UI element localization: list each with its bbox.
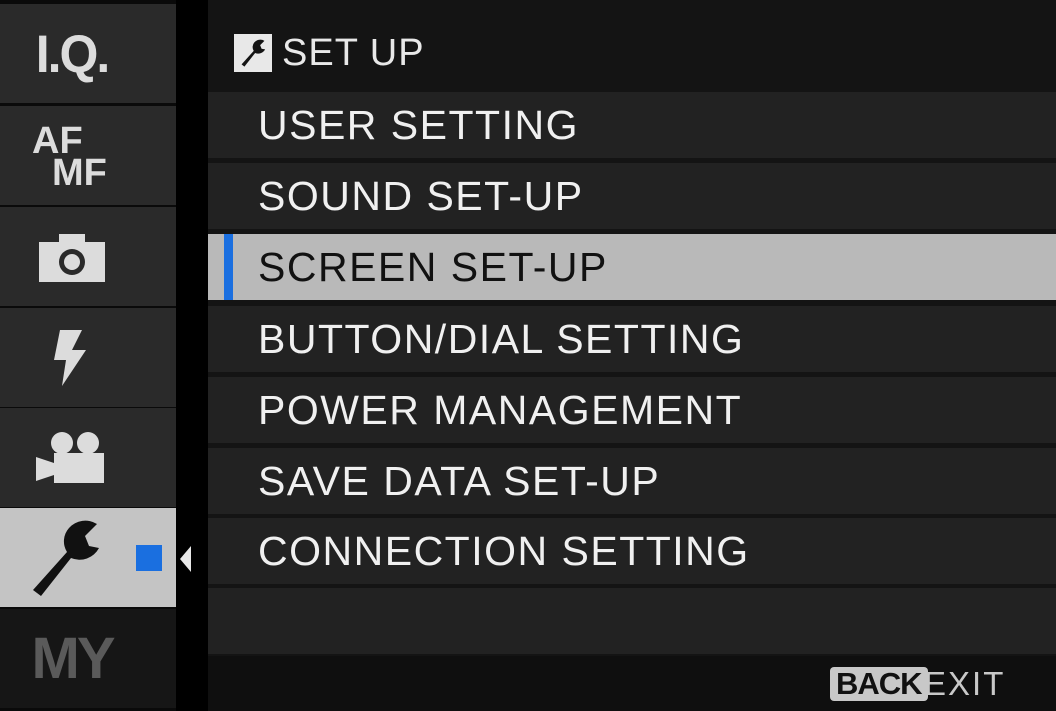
menu-item-user-setting[interactable]: USER SETTING <box>208 92 1056 158</box>
menu-item-label: USER SETTING <box>258 101 579 148</box>
wrench-icon <box>0 508 130 607</box>
tab-image-quality[interactable]: I.Q. <box>0 4 176 103</box>
image-quality-icon: I.Q. <box>35 24 111 83</box>
exit-label: EXIT <box>924 665 1006 702</box>
menu-item-label: SOUND SET-UP <box>258 172 584 219</box>
menu-item-sound-setup[interactable]: SOUND SET-UP <box>208 163 1056 229</box>
menu-item-button-dial-setting[interactable]: BUTTON/DIAL SETTING <box>208 306 1056 372</box>
setup-menu-panel: SET UP USER SETTING SOUND SET-UP SCREEN … <box>208 0 1056 711</box>
selected-tab-indicator <box>136 545 162 571</box>
menu-item-label: SAVE DATA SET-UP <box>258 457 661 504</box>
camera-icon <box>0 207 144 306</box>
menu-item-label: BUTTON/DIAL SETTING <box>258 315 745 362</box>
page-title: SET UP <box>282 31 425 74</box>
wrench-icon <box>234 34 272 72</box>
empty-menu-row <box>208 588 1056 654</box>
my-menu-icon: MY <box>31 626 116 691</box>
movie-camera-icon <box>0 408 144 507</box>
menu-item-connection-setting[interactable]: CONNECTION SETTING <box>208 518 1056 584</box>
footer-bar: BACK EXIT <box>208 656 1056 711</box>
tab-movie-setting[interactable] <box>0 408 176 507</box>
menu-item-label: CONNECTION SETTING <box>258 527 750 574</box>
tab-my-menu[interactable]: MY <box>0 609 176 708</box>
menu-item-screen-setup[interactable]: SCREEN SET-UP <box>208 234 1056 300</box>
menu-item-power-management[interactable]: POWER MANAGEMENT <box>208 377 1056 443</box>
active-tab-arrow-icon <box>180 546 191 572</box>
menu-item-label: POWER MANAGEMENT <box>258 386 743 433</box>
tab-flash-setting[interactable] <box>0 308 176 407</box>
menu-item-save-data-setup[interactable]: SAVE DATA SET-UP <box>208 448 1056 514</box>
tab-af-mf[interactable]: AF MF <box>0 106 176 205</box>
tab-set-up[interactable] <box>0 508 176 607</box>
menu-item-label: SCREEN SET-UP <box>258 243 608 290</box>
back-button[interactable]: BACK <box>830 667 928 701</box>
flash-icon <box>0 308 144 407</box>
af-mf-icon: AF MF <box>32 119 107 194</box>
tab-shooting-setting[interactable] <box>0 207 176 306</box>
menu-header: SET UP <box>208 18 1056 88</box>
menu-category-sidebar: I.Q. AF MF MY <box>0 0 176 711</box>
